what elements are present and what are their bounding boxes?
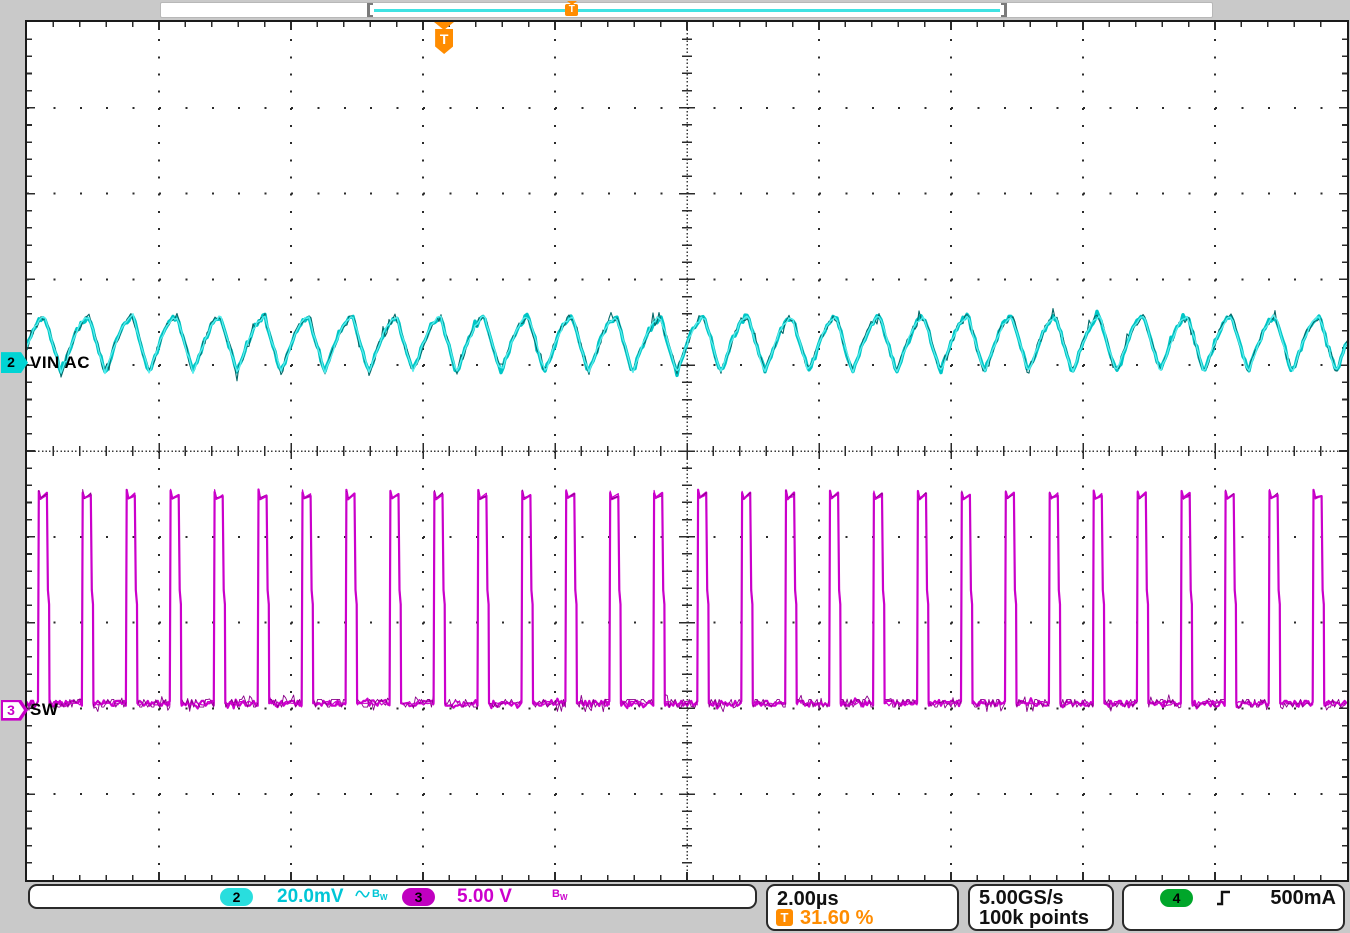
channel-2-badge: 2 bbox=[220, 888, 253, 906]
horizontal-box: 2.00µs T 31.60 % bbox=[766, 884, 959, 931]
bandwidth-limit-icon: BW bbox=[372, 888, 388, 902]
channel-2-marker: 2 bbox=[1, 352, 28, 373]
bandwidth-limit-icon: BW bbox=[552, 888, 568, 902]
channel-3-marker: 3 bbox=[1, 700, 28, 721]
window-bracket-left-icon bbox=[367, 3, 373, 17]
channel-3-scale: 5.00 V bbox=[457, 886, 512, 907]
channel-3-badge: 3 bbox=[402, 888, 435, 906]
trigger-position-marker-icon: T bbox=[434, 22, 454, 55]
record-line bbox=[374, 9, 1000, 12]
window-bracket-right-icon bbox=[1001, 3, 1007, 17]
trigger-t-icon: T bbox=[565, 4, 578, 16]
ac-coupling-icon bbox=[355, 889, 370, 899]
trigger-triangle-icon bbox=[434, 22, 454, 30]
record-length: 100k points bbox=[979, 907, 1089, 929]
channel-3-label: SW bbox=[30, 700, 58, 720]
channel-2-scale: 20.0mV bbox=[277, 886, 344, 907]
channel-4-badge: 4 bbox=[1160, 889, 1193, 907]
waveform-svg bbox=[27, 22, 1347, 880]
trigger-box: 4 500mA bbox=[1122, 884, 1345, 931]
trigger-t-icon: T bbox=[776, 909, 793, 926]
sample-rate: 5.00GS/s bbox=[979, 887, 1064, 909]
acquisition-box: 5.00GS/s 100k points bbox=[968, 884, 1114, 931]
trigger-position-bar-icon: T bbox=[565, 1, 579, 18]
trigger-level: 500mA bbox=[1264, 887, 1336, 909]
trigger-position-percent: 31.60 % bbox=[800, 907, 873, 929]
graticule bbox=[25, 20, 1349, 882]
channel-2-label: VIN AC bbox=[30, 353, 90, 373]
trigger-t-icon: T bbox=[435, 29, 453, 54]
channel-readouts-box: 2 20.0mV BW 3 5.00 V BW bbox=[28, 884, 757, 909]
rising-edge-icon bbox=[1216, 889, 1232, 907]
